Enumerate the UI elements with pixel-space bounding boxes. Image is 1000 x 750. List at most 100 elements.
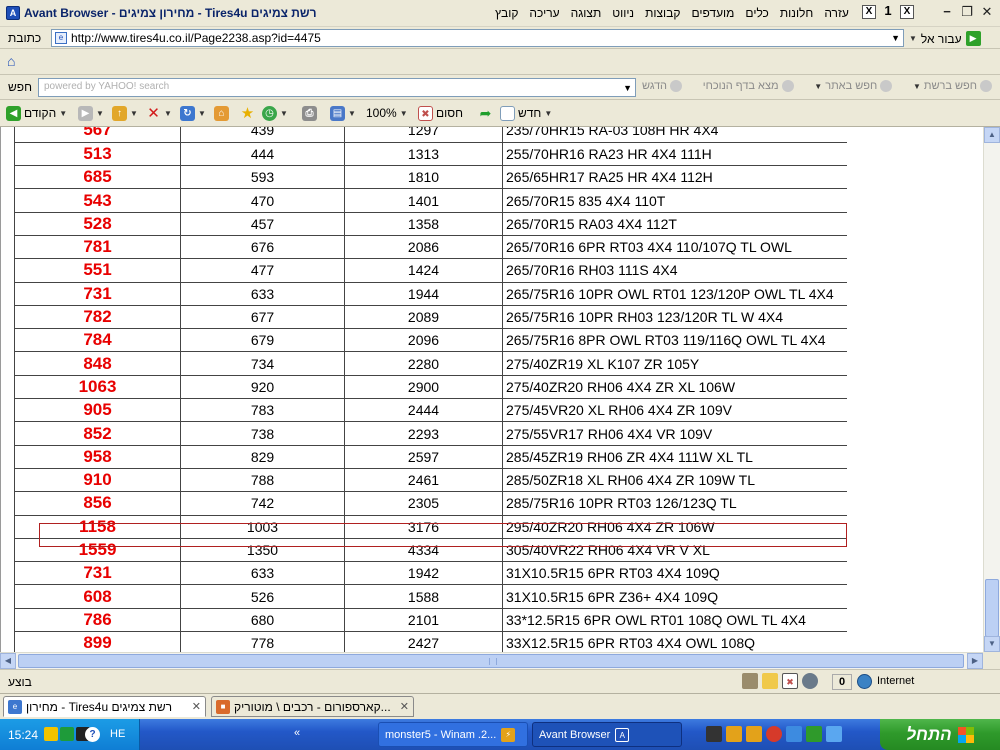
menu-file[interactable]: קובץ xyxy=(495,6,518,22)
close-all-tabs-button[interactable]: X xyxy=(862,5,876,19)
table-row: 543 470 1401 265/70R15 835 4X4 110T xyxy=(14,188,847,213)
flash-icon[interactable] xyxy=(802,673,818,689)
lock-icon[interactable] xyxy=(762,673,778,689)
chevron-down-icon[interactable]: ▼ xyxy=(59,109,67,118)
menu-favorites[interactable]: מועדפים xyxy=(691,6,734,22)
stop-button[interactable]: ✕ ▼ xyxy=(146,104,172,122)
menu-help[interactable]: עזרה xyxy=(824,6,849,22)
search-placeholder: powered by YAHOO! search xyxy=(44,81,170,92)
tab-tires4u[interactable]: e מחירון - Tires4u רשת צמיגים ✕ xyxy=(3,696,206,717)
chevron-down-icon[interactable]: ▼ xyxy=(280,109,288,118)
search-bar: חפש powered by YAHOO! search ▼ חפש ברשת ▼… xyxy=(0,75,1000,100)
flash-animation-button[interactable]: ➦ xyxy=(478,104,493,122)
avant-browser-icon[interactable]: A xyxy=(6,6,20,20)
find-in-page-button[interactable]: מצא בדף הנוכחי xyxy=(703,80,794,92)
tools-icon[interactable] xyxy=(742,673,758,689)
menu-groups[interactable]: קבוצות xyxy=(645,6,680,22)
chevron-down-icon[interactable]: ▼ xyxy=(891,33,900,43)
close-icon[interactable]: ✕ xyxy=(978,3,996,21)
scroll-grip xyxy=(489,658,497,665)
start-button[interactable]: התחל xyxy=(880,719,1000,750)
minimize-icon[interactable]: − xyxy=(938,3,956,21)
chevron-down-icon[interactable]: ▼ xyxy=(164,109,172,118)
single-window-button[interactable]: 1 xyxy=(881,4,895,19)
tab-bar: e מחירון - Tires4u רשת צמיגים ✕ ■ קארספו… xyxy=(0,693,1000,719)
new-page-icon xyxy=(500,105,515,121)
vertical-scrollbar[interactable]: ▲ ▼ xyxy=(983,127,1000,652)
double-chevron-icon[interactable]: « xyxy=(294,727,300,739)
back-button[interactable]: ◀ הקודם ▼ xyxy=(6,104,67,122)
address-url[interactable]: http://www.tires4u.co.il/Page2238.asp?id… xyxy=(71,31,321,45)
scroll-up-icon[interactable]: ▲ xyxy=(984,127,1000,143)
search-site-button[interactable]: חפש באתר ▼ xyxy=(814,80,893,92)
links-home-icon[interactable]: ⌂ xyxy=(7,54,21,68)
chevron-down-icon[interactable]: ▼ xyxy=(623,83,632,93)
search-input[interactable]: powered by YAHOO! search ▼ xyxy=(38,78,636,97)
home-button[interactable]: ⌂ xyxy=(214,104,229,122)
search-web-button[interactable]: חפש ברשת ▼ xyxy=(913,80,992,92)
messenger-icon[interactable] xyxy=(44,727,58,741)
winamp-launch-icon-2[interactable] xyxy=(746,726,762,742)
ie-icon[interactable] xyxy=(826,726,842,742)
outlook-icon[interactable] xyxy=(786,726,802,742)
language-indicator[interactable]: HE xyxy=(110,728,125,740)
popup-blocked-icon[interactable]: ✖ xyxy=(782,673,798,689)
chevron-down-icon[interactable]: ▼ xyxy=(96,109,104,118)
scroll-down-icon[interactable]: ▼ xyxy=(984,636,1000,652)
task-avant-browser[interactable]: Avant Browser A xyxy=(532,722,682,747)
up-button[interactable]: ↑ ▼ xyxy=(112,104,138,122)
scroll-left-icon[interactable]: ◀ xyxy=(0,653,16,669)
chevron-down-icon[interactable]: ▼ xyxy=(198,109,206,118)
program-icon[interactable] xyxy=(706,726,722,742)
horizontal-scrollbar[interactable]: ◀ ▶ xyxy=(0,652,983,669)
forward-button[interactable]: ▶ ▼ xyxy=(78,104,104,122)
print-button[interactable]: ⎙ xyxy=(302,104,317,122)
description-cell: 31X10.5R15 6PR RT03 4X4 109Q xyxy=(502,561,847,586)
refresh-button[interactable]: ↻ ▼ xyxy=(180,104,206,122)
task-winamp[interactable]: monster5 - Winam .2... ⚡ xyxy=(378,722,528,747)
value-cell-a: 444 xyxy=(180,142,345,167)
new-tab-button[interactable]: חדש ▼ xyxy=(500,104,552,122)
address-input[interactable]: e http://www.tires4u.co.il/Page2238.asp?… xyxy=(51,29,904,47)
page-view-button[interactable]: ▤ ▼ xyxy=(330,104,356,122)
zoom-button[interactable]: 100% ▼ xyxy=(366,104,408,122)
tab-carsforum[interactable]: ■ קארספורום - רכבים \ מוטוריק... ✕ xyxy=(211,696,414,717)
highlight-button[interactable]: הדגש xyxy=(642,80,683,92)
desktop-icon[interactable] xyxy=(806,726,822,742)
price-cell: 551 xyxy=(14,258,181,283)
forward-arrow-icon: ▶ xyxy=(78,105,93,121)
description-cell: 285/45ZR19 RH06 ZR 4X4 111W XL TL xyxy=(502,445,847,469)
restore-icon[interactable]: ❐ xyxy=(958,3,976,21)
close-tab-button[interactable]: X xyxy=(900,5,914,19)
address-bar: כתובת e http://www.tires4u.co.il/Page223… xyxy=(0,27,1000,49)
menu-windows[interactable]: חלונות xyxy=(780,6,813,22)
chevron-down-icon[interactable]: ▼ xyxy=(348,109,356,118)
scroll-right-icon[interactable]: ▶ xyxy=(967,653,983,669)
go-button[interactable]: ▶ עבור אל ▼ xyxy=(909,30,981,47)
media-icon[interactable] xyxy=(766,726,782,742)
menu-edit[interactable]: עריכה xyxy=(529,6,559,22)
menu-view[interactable]: תצוגה xyxy=(571,6,602,22)
description-cell: 275/45VR20 XL RH06 4X4 ZR 109V xyxy=(502,398,847,423)
chevron-down-icon[interactable]: ▼ xyxy=(544,109,552,118)
winamp-launch-icon[interactable] xyxy=(726,726,742,742)
favorites-button[interactable]: ★ xyxy=(240,104,255,122)
description-cell: 255/70HR16 RA23 HR 4X4 111H xyxy=(502,142,847,167)
winamp-icon: ⚡ xyxy=(501,727,516,742)
car-icon: ■ xyxy=(216,699,230,714)
block-popups-button[interactable]: ✖ חסום xyxy=(418,104,463,122)
price-cell: 781 xyxy=(14,235,181,260)
menu-navigate[interactable]: ניווט xyxy=(612,6,634,22)
chevron-down-icon[interactable]: ▼ xyxy=(909,34,917,43)
horizontal-scroll-thumb[interactable] xyxy=(18,654,964,668)
clock[interactable]: 15:24 xyxy=(8,728,38,742)
vertical-scroll-thumb[interactable] xyxy=(985,579,999,637)
flag-icon[interactable] xyxy=(60,727,74,741)
close-icon[interactable]: ✕ xyxy=(400,700,409,713)
menu-tools[interactable]: כלים xyxy=(745,6,768,22)
help-icon[interactable]: ? xyxy=(85,727,100,742)
chevron-down-icon[interactable]: ▼ xyxy=(130,109,138,118)
close-icon[interactable]: ✕ xyxy=(192,700,201,713)
chevron-down-icon[interactable]: ▼ xyxy=(400,109,408,118)
history-button[interactable]: ◷ ▼ xyxy=(262,104,288,122)
